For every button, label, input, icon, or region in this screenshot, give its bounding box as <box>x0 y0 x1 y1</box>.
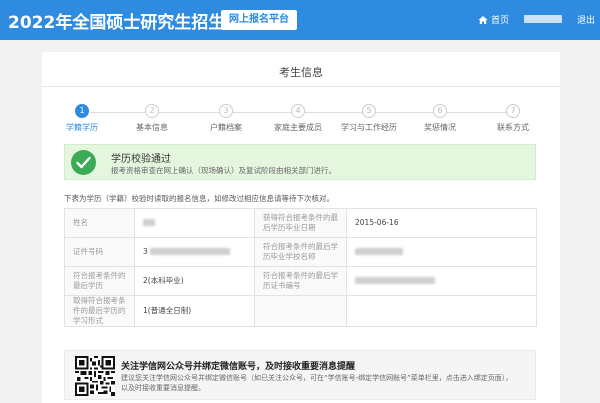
step-6[interactable]: 6 奖惩情况 <box>405 104 475 133</box>
platform-badge: 网上报名平台 <box>221 10 297 30</box>
step-number: 6 <box>433 104 447 118</box>
step-number: 3 <box>219 104 233 118</box>
cell-value: 1(普通全日制) <box>134 294 255 328</box>
success-description: 报考资格审查在网上确认（现场确认）及复试阶段由相关部门进行。 <box>111 166 336 175</box>
cell-value <box>346 294 537 328</box>
step-number: 4 <box>291 104 305 118</box>
cell-label: 获得符合报考条件的最后学历毕业日期 <box>254 208 347 238</box>
step-number: 7 <box>506 104 520 118</box>
step-label: 学籍学历 <box>66 123 98 132</box>
table-row: 姓名 获得符合报考条件的最后学历毕业日期 2015-06-16 <box>64 208 537 238</box>
table-row: 取得符合报考条件的最后学历的学习形式 1(普通全日制) <box>64 294 537 328</box>
step-4[interactable]: 4 家庭主要成员 <box>263 104 333 133</box>
cell-value <box>346 237 537 267</box>
step-number: 5 <box>362 104 376 118</box>
cell-label: 符合报考条件的最后学历毕业学校名称 <box>254 237 347 267</box>
progress-steps: 1 学籍学历 2 基本信息 3 户籍档案 4 家庭主要成员 5 学习与工作经历 … <box>42 104 560 134</box>
step-label: 学习与工作经历 <box>341 123 397 132</box>
redacted-value <box>355 248 403 256</box>
cell-label: 符合报考条件的最后学历 <box>64 266 135 296</box>
step-1[interactable]: 1 学籍学历 <box>47 104 117 133</box>
wechat-notice-title: 关注学信网公众号并绑定微信账号，及时接收重要消息提醒 <box>121 362 356 372</box>
cell-value <box>346 266 537 296</box>
cell-label: 姓名 <box>64 208 135 238</box>
logout-link[interactable]: 退出 <box>577 13 595 26</box>
home-link[interactable]: 首页 <box>478 13 509 26</box>
page-title: 考生信息 <box>279 66 323 79</box>
wechat-notice: 关注学信网公众号并绑定微信账号，及时接收重要消息提醒 建议您关注学信网公众号并绑… <box>64 350 536 400</box>
step-number: 1 <box>75 104 89 118</box>
success-title: 学历校验通过 <box>111 154 171 165</box>
verification-success-box: 学历校验通过 报考资格审查在网上确认（现场确认）及复试阶段由相关部门进行。 <box>64 144 536 180</box>
cell-value: 3 <box>134 237 255 267</box>
user-name-redacted <box>524 15 562 23</box>
cell-label: 符合报考条件的最后学历证书编号 <box>254 266 347 296</box>
step-label: 奖惩情况 <box>424 123 456 132</box>
table-note: 下表为学历（学籍）校验时读取的报名信息，如修改过相应信息请等待下次核对。 <box>64 194 334 203</box>
qr-code-icon <box>75 356 115 396</box>
cell-label: 证件号码 <box>64 237 135 267</box>
main-panel: 考生信息 1 学籍学历 2 基本信息 3 户籍档案 4 家庭主要成员 5 学习与… <box>42 52 560 403</box>
home-icon <box>478 15 488 24</box>
step-label: 家庭主要成员 <box>274 123 322 132</box>
check-icon <box>71 150 96 175</box>
redacted-value <box>149 248 230 256</box>
step-5[interactable]: 5 学习与工作经历 <box>334 104 404 133</box>
table-row: 证件号码 3 符合报考条件的最后学历毕业学校名称 <box>64 237 537 267</box>
home-label: 首页 <box>491 16 510 26</box>
step-2[interactable]: 2 基本信息 <box>117 104 187 133</box>
step-label: 基本信息 <box>136 123 168 132</box>
student-info-table: 姓名 获得符合报考条件的最后学历毕业日期 2015-06-16 证件号码 3 符… <box>64 208 537 328</box>
wechat-notice-text: 建议您关注学信网公众号并绑定微信账号（如已关注公众号，可在“学信账号-绑定学信网… <box>121 374 513 393</box>
step-label: 联系方式 <box>497 123 529 132</box>
step-label: 户籍档案 <box>210 123 242 132</box>
title-divider <box>42 86 560 87</box>
redacted-value <box>143 219 155 227</box>
step-number: 2 <box>145 104 159 118</box>
cell-label <box>254 294 347 328</box>
cell-value: 2015-06-16 <box>346 208 537 238</box>
cell-value: 2(本科毕业) <box>134 266 255 296</box>
top-header: 2022年全国硕士研究生招生考试 网上报名平台 首页 退出 <box>0 0 600 40</box>
table-row: 符合报考条件的最后学历 2(本科毕业) 符合报考条件的最后学历证书编号 <box>64 266 537 296</box>
step-3[interactable]: 3 户籍档案 <box>191 104 261 133</box>
cell-label: 取得符合报考条件的最后学历的学习形式 <box>64 294 135 328</box>
redacted-value <box>355 277 435 285</box>
step-7[interactable]: 7 联系方式 <box>478 104 548 133</box>
cell-value <box>134 208 255 238</box>
